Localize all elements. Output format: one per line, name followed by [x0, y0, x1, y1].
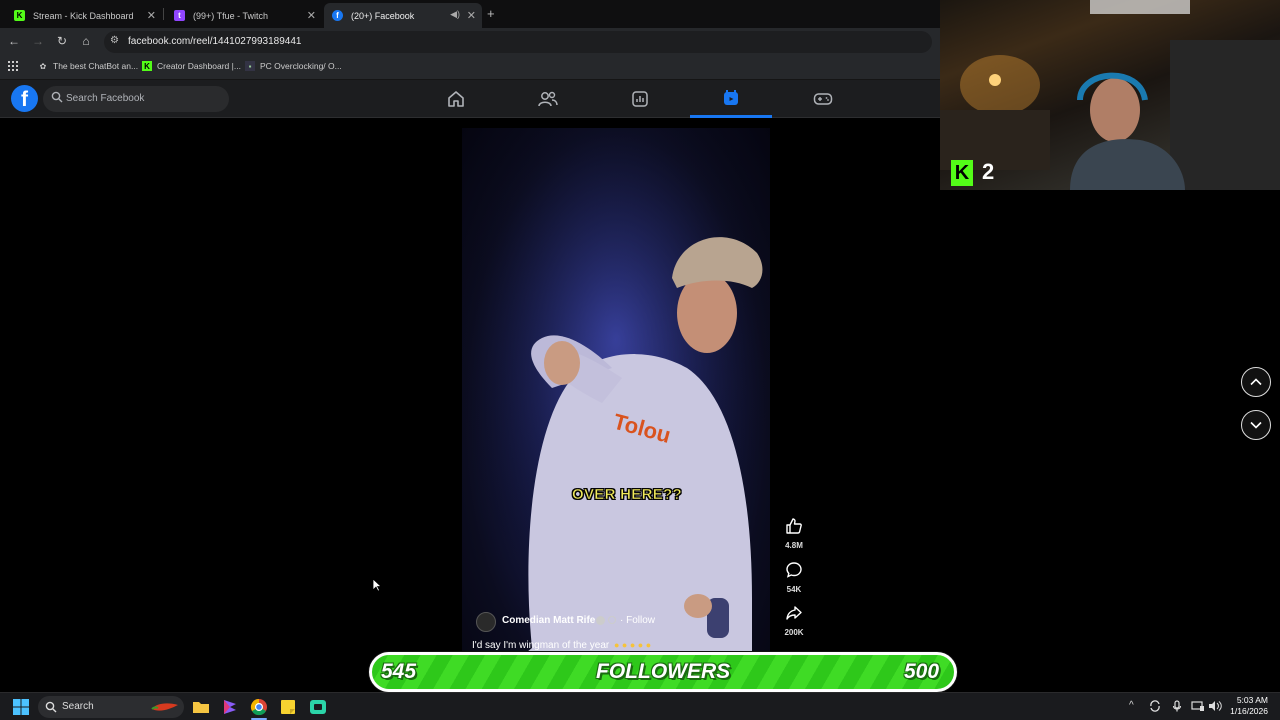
reel-video-frame: Tolou	[462, 128, 770, 656]
search-input[interactable]: Search Facebook	[43, 86, 229, 112]
chili-pepper-icon	[151, 703, 178, 711]
site-settings-icon[interactable]: ⚙	[110, 35, 119, 46]
author-avatar[interactable]	[476, 612, 496, 632]
clock-date: 1/16/2026	[1230, 706, 1268, 716]
previous-reel-button[interactable]	[1241, 367, 1271, 397]
kick-icon: K	[951, 160, 973, 186]
openai-icon: ✿	[39, 61, 47, 71]
share-icon	[786, 606, 802, 620]
nav-home[interactable]	[415, 80, 497, 118]
reels-icon	[724, 89, 738, 105]
reel-video[interactable]: Tolou	[462, 128, 770, 656]
browser-toolbar: ← → ↻ ⌂ ⚙ facebook.com/reel/144102799318…	[0, 28, 940, 56]
show-hidden-icons-icon[interactable]: ^	[1129, 700, 1134, 711]
system-clock[interactable]: 5:03 AM 1/16/2026	[1226, 695, 1268, 717]
facebook-icon: f	[332, 10, 343, 21]
sync-icon[interactable]	[1149, 700, 1161, 712]
tab-title: (20+) Facebook	[351, 10, 415, 21]
facebook-logo[interactable]: f	[11, 85, 38, 112]
share-button[interactable]: 200K	[780, 604, 808, 637]
microphone-icon[interactable]	[1172, 700, 1182, 712]
back-icon[interactable]: ←	[6, 34, 22, 48]
bookmark-label: PC Overclocking/ O...	[260, 61, 342, 71]
home-icon	[448, 91, 464, 107]
bookmark-pc-overclocking[interactable]: ▪ PC Overclocking/ O...	[245, 61, 342, 71]
tab-twitch[interactable]: t (99+) Tfue - Twitch ✕	[166, 3, 322, 28]
volume-icon[interactable]	[1208, 700, 1222, 712]
like-count: 4.8M	[785, 541, 803, 550]
bookmark-label: The best ChatBot an...	[53, 61, 139, 71]
speaker-icon[interactable]: ◀)	[450, 9, 460, 20]
thumbs-up-icon	[786, 518, 802, 534]
bookmarks-bar: ✿ The best ChatBot an... K Creator Dashb…	[0, 56, 940, 80]
friends-icon	[538, 91, 558, 107]
tab-title: (99+) Tfue - Twitch	[193, 10, 268, 21]
reel-caption: OVER HERE??	[572, 486, 682, 504]
dashboard-icon	[632, 91, 648, 107]
clock-time: 5:03 AM	[1236, 695, 1268, 705]
windows-start-icon[interactable]	[11, 697, 31, 717]
follow-button[interactable]: · Follow	[620, 615, 655, 626]
chevron-up-icon	[1250, 378, 1262, 386]
twitch-icon: t	[174, 10, 185, 21]
network-icon[interactable]	[1191, 700, 1205, 712]
like-button[interactable]: 4.8M	[780, 517, 808, 550]
apps-icon[interactable]	[8, 61, 18, 71]
followers-label: FOLLOWERS	[596, 660, 731, 683]
comment-button[interactable]: 54K	[780, 561, 808, 594]
globe-icon	[608, 616, 616, 624]
comment-icon	[786, 562, 802, 578]
bookmark-label: Creator Dashboard |...	[157, 61, 241, 71]
share-count: 200K	[784, 628, 804, 637]
follow-label: Follow	[626, 615, 656, 626]
tab-divider	[163, 8, 164, 20]
gaming-icon	[813, 93, 833, 105]
emoji-strip-icon: ● ● ● ● ●	[614, 640, 652, 650]
tab-facebook[interactable]: f (20+) Facebook ◀) ✕	[324, 3, 482, 28]
kick-icon: K	[142, 61, 152, 71]
close-icon[interactable]: ✕	[307, 9, 316, 22]
url-text[interactable]: facebook.com/reel/1441027993189441	[128, 36, 301, 47]
kick-viewer-count: 2	[982, 159, 995, 184]
nav-reels[interactable]	[690, 80, 772, 118]
reel-description: I'd say I'm wingman of the year	[472, 640, 610, 651]
app-icon[interactable]	[220, 697, 240, 717]
close-icon[interactable]: ✕	[147, 9, 156, 22]
bookmark-chatbot[interactable]: ✿ The best ChatBot an...	[38, 61, 138, 71]
address-bar[interactable]: ⚙ facebook.com/reel/1441027993189441	[104, 31, 932, 53]
followers-goal: 500	[904, 660, 940, 683]
chrome-icon[interactable]	[249, 697, 269, 717]
facebook-header: f Search Facebook	[0, 80, 940, 118]
mouse-cursor-icon	[372, 578, 382, 592]
nav-gaming[interactable]	[782, 80, 864, 118]
forward-icon[interactable]: →	[30, 34, 46, 48]
file-explorer-icon[interactable]	[191, 697, 211, 717]
bookmark-creator-dashboard[interactable]: K Creator Dashboard |...	[142, 61, 241, 71]
streaming-app-icon[interactable]	[308, 697, 328, 717]
search-placeholder: Search Facebook	[66, 93, 145, 104]
site-icon: ▪	[245, 61, 255, 71]
search-icon	[51, 91, 63, 103]
home-icon[interactable]: ⌂	[78, 34, 94, 48]
author-name[interactable]: Comedian Matt Rife	[502, 615, 595, 626]
verified-icon	[596, 616, 605, 625]
new-tab-button[interactable]: +	[487, 6, 495, 21]
nav-dashboard[interactable]	[599, 80, 681, 118]
sticky-notes-icon[interactable]	[278, 697, 298, 717]
search-icon	[45, 701, 57, 713]
comment-count: 54K	[786, 585, 802, 594]
tab-title: Stream - Kick Dashboard	[33, 10, 134, 21]
taskbar-search[interactable]: Search	[38, 696, 184, 718]
kick-icon: K	[14, 10, 25, 21]
followers-current: 545	[381, 660, 417, 683]
taskbar-search-label: Search	[62, 701, 94, 712]
next-reel-button[interactable]	[1241, 410, 1271, 440]
reload-icon[interactable]: ↻	[54, 34, 70, 48]
nav-friends[interactable]	[507, 80, 589, 118]
close-icon[interactable]: ✕	[467, 9, 476, 22]
windows-taskbar: Search ^ 5:03 AM 1/16/2026	[0, 692, 1280, 720]
browser-tab-bar: K Stream - Kick Dashboard ✕ t (99+) Tfue…	[0, 0, 940, 28]
tab-kick-dashboard[interactable]: K Stream - Kick Dashboard ✕	[6, 3, 162, 28]
chevron-down-icon	[1250, 421, 1262, 429]
